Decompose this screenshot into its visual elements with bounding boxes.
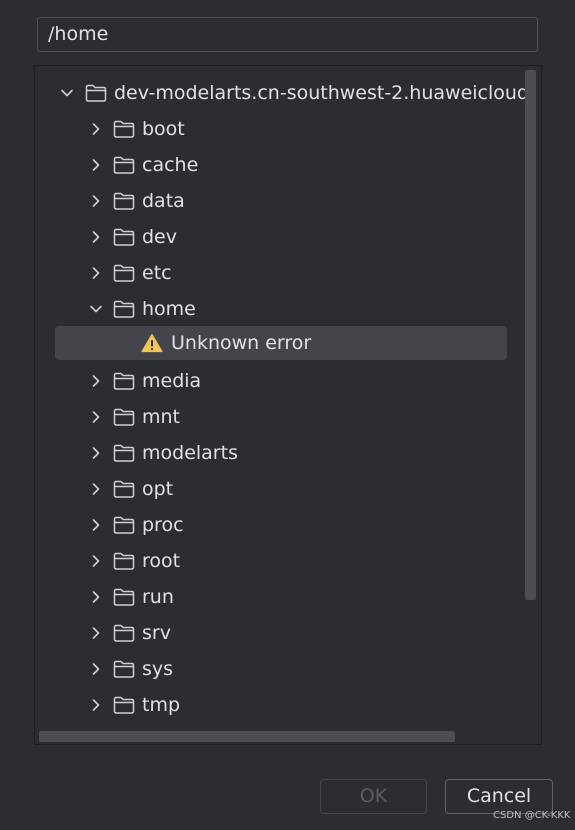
- folder-icon: [113, 408, 135, 426]
- chevron-right-icon[interactable]: [86, 507, 108, 543]
- folder-icon: [113, 372, 135, 390]
- tree-item-label: data: [142, 190, 185, 212]
- chevron-right-icon[interactable]: [86, 579, 108, 615]
- tree-error-label: Unknown error: [171, 332, 312, 354]
- chevron-right-icon[interactable]: [86, 111, 108, 147]
- chevron-right-icon[interactable]: [86, 399, 108, 435]
- tree-item-label: opt: [142, 478, 174, 500]
- tree-item-home[interactable]: home: [35, 291, 541, 327]
- chevron-right-icon[interactable]: [86, 687, 108, 723]
- tree-item-label: home: [142, 298, 196, 320]
- tree-item-etc[interactable]: etc: [35, 255, 541, 291]
- tree-item-data[interactable]: data: [35, 183, 541, 219]
- chevron-right-icon[interactable]: [86, 147, 108, 183]
- horizontal-scrollbar[interactable]: [39, 731, 455, 742]
- chevron-down-icon[interactable]: [86, 291, 108, 327]
- tree-item-sys[interactable]: sys: [35, 651, 541, 687]
- file-chooser-dialog: /home dev-modelarts.cn-southwest-2.huawe…: [0, 0, 575, 830]
- cancel-button[interactable]: Cancel: [445, 779, 553, 814]
- file-tree[interactable]: dev-modelarts.cn-southwest-2.huaweicloud…: [35, 66, 541, 744]
- tree-item-modelarts[interactable]: modelarts: [35, 435, 541, 471]
- folder-icon: [85, 84, 107, 102]
- folder-icon: [113, 192, 135, 210]
- tree-item-label: tmp: [142, 694, 181, 716]
- tree-item-label: boot: [142, 118, 185, 140]
- folder-icon: [113, 300, 135, 318]
- folder-icon: [113, 660, 135, 678]
- tree-root-label: dev-modelarts.cn-southwest-2.huaweicloud: [114, 82, 529, 104]
- tree-item-label: proc: [142, 514, 184, 536]
- tree-item-label: etc: [142, 262, 172, 284]
- tree-item-cache[interactable]: cache: [35, 147, 541, 183]
- chevron-down-icon[interactable]: [57, 75, 79, 111]
- warning-icon: [141, 333, 163, 353]
- path-input[interactable]: /home: [37, 17, 538, 52]
- tree-item-root[interactable]: root: [35, 543, 541, 579]
- chevron-right-icon[interactable]: [86, 543, 108, 579]
- tree-item-label: dev: [142, 226, 177, 248]
- folder-icon: [113, 480, 135, 498]
- file-tree-panel: dev-modelarts.cn-southwest-2.huaweicloud…: [34, 65, 542, 745]
- chevron-right-icon[interactable]: [86, 363, 108, 399]
- folder-icon: [113, 624, 135, 642]
- tree-item-label: media: [142, 370, 202, 392]
- tree-root-row[interactable]: dev-modelarts.cn-southwest-2.huaweicloud: [35, 75, 541, 111]
- chevron-right-icon[interactable]: [86, 183, 108, 219]
- chevron-right-icon[interactable]: [86, 471, 108, 507]
- chevron-right-icon[interactable]: [86, 615, 108, 651]
- tree-item-label: cache: [142, 154, 199, 176]
- ok-button[interactable]: OK: [320, 779, 427, 814]
- folder-icon: [113, 696, 135, 714]
- folder-icon: [113, 588, 135, 606]
- chevron-right-icon[interactable]: [86, 651, 108, 687]
- tree-item-label: run: [142, 586, 174, 608]
- vertical-scrollbar[interactable]: [525, 70, 536, 600]
- watermark: CSDN @CK-KKK: [493, 810, 571, 821]
- tree-item-boot[interactable]: boot: [35, 111, 541, 147]
- tree-item-proc[interactable]: proc: [35, 507, 541, 543]
- folder-icon: [113, 120, 135, 138]
- chevron-right-icon[interactable]: [86, 219, 108, 255]
- folder-icon: [113, 516, 135, 534]
- tree-item-label: sys: [142, 658, 174, 680]
- folder-icon: [113, 552, 135, 570]
- tree-item-run[interactable]: run: [35, 579, 541, 615]
- chevron-right-icon[interactable]: [86, 255, 108, 291]
- tree-item-dev[interactable]: dev: [35, 219, 541, 255]
- tree-item-media[interactable]: media: [35, 363, 541, 399]
- tree-item-mnt[interactable]: mnt: [35, 399, 541, 435]
- folder-icon: [113, 264, 135, 282]
- folder-icon: [113, 444, 135, 462]
- chevron-right-icon[interactable]: [86, 435, 108, 471]
- tree-item-tmp[interactable]: tmp: [35, 687, 541, 723]
- folder-icon: [113, 156, 135, 174]
- tree-item-label: mnt: [142, 406, 180, 428]
- folder-icon: [113, 228, 135, 246]
- tree-item-srv[interactable]: srv: [35, 615, 541, 651]
- tree-item-opt[interactable]: opt: [35, 471, 541, 507]
- tree-item-label: modelarts: [142, 442, 238, 464]
- tree-error-row[interactable]: Unknown error: [55, 326, 507, 360]
- tree-item-label: srv: [142, 622, 171, 644]
- tree-item-label: root: [142, 550, 181, 572]
